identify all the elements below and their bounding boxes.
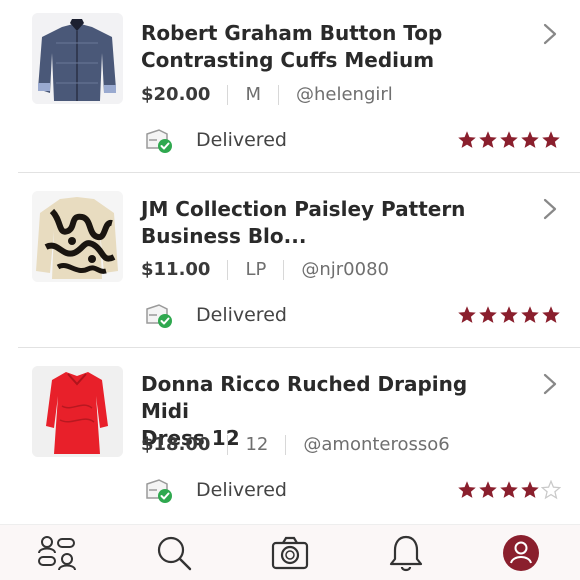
shirt-photo-icon [32,13,123,104]
item-status: Delivered [196,129,287,151]
item-status: Delivered [196,479,287,501]
item-thumbnail[interactable] [32,13,123,104]
list-divider [18,172,580,173]
chevron-right-icon[interactable] [540,372,560,396]
delivered-box-icon [146,479,172,503]
tab-account[interactable] [499,531,543,575]
bottom-tab-bar [0,524,580,580]
star-filled-icon [458,306,476,323]
item-price: $20.00 [141,84,211,105]
closet-icon [38,536,76,571]
list-item[interactable]: Donna Ricco Ruched Draping Midi Dress 12… [0,350,580,525]
chevron-right-icon[interactable] [540,197,560,221]
item-status: Delivered [196,304,287,326]
divider [227,259,229,280]
rating-stars [457,130,561,150]
list-item[interactable]: Robert Graham Button Top Contrasting Cuf… [0,0,580,175]
chevron-right-icon[interactable] [540,22,560,46]
bell-icon [389,535,423,572]
star-filled-icon [479,131,497,148]
camera-icon [271,536,309,570]
list-item[interactable]: JM Collection Paisley Pattern Business B… [0,175,580,350]
tab-search[interactable] [152,531,196,575]
item-title-line1: JM Collection Paisley Pattern [141,197,466,221]
item-price: $11.00 [141,259,211,280]
item-meta: $20.00 M @helengirl [141,84,393,105]
item-title-line2: Contrasting Cuffs Medium [141,48,435,72]
item-title-line1: Donna Ricco Ruched Draping Midi [141,372,468,423]
divider [227,434,229,455]
divider [283,259,285,280]
star-filled-icon [521,306,539,323]
star-filled-icon [500,306,518,323]
tab-closet[interactable] [35,531,79,575]
item-size: LP [245,259,267,280]
search-icon [157,536,192,571]
divider [285,434,287,455]
item-thumbnail[interactable] [32,366,123,457]
star-filled-icon [500,481,518,498]
delivered-box-icon [146,129,172,153]
item-seller[interactable]: @njr0080 [301,259,389,280]
item-meta: $11.00 LP @njr0080 [141,259,389,280]
item-title[interactable]: Robert Graham Button Top Contrasting Cuf… [141,20,521,74]
star-filled-icon [521,131,539,148]
dress-photo-icon [32,366,123,457]
item-seller[interactable]: @helengirl [296,84,393,105]
star-filled-icon [542,131,560,148]
delivered-box-icon [146,304,172,328]
item-seller[interactable]: @amonterosso6 [303,434,449,455]
item-size: 12 [245,434,269,455]
rating-stars [457,305,561,325]
item-size: M [245,84,261,105]
item-title[interactable]: JM Collection Paisley Pattern Business B… [141,196,521,250]
blouse-photo-icon [32,191,123,282]
star-empty-icon [541,480,561,500]
item-thumbnail[interactable] [32,191,123,282]
star-filled-icon [500,131,518,148]
account-icon [503,535,539,571]
star-filled-icon [479,481,497,498]
star-filled-icon [458,131,476,148]
divider [278,84,279,105]
list-divider [18,347,580,348]
star-filled-icon [542,306,560,323]
tab-news[interactable] [384,531,428,575]
tab-sell[interactable] [268,531,312,575]
item-title-line2: Business Blo... [141,224,307,248]
item-title-line1: Robert Graham Button Top [141,21,443,45]
divider [227,84,229,105]
star-filled-icon [458,481,476,498]
item-price: $18.00 [141,434,211,455]
star-filled-icon [479,306,497,323]
rating-stars [457,480,561,500]
item-meta: $18.00 12 @amonterosso6 [141,434,450,455]
star-filled-icon [521,481,539,498]
